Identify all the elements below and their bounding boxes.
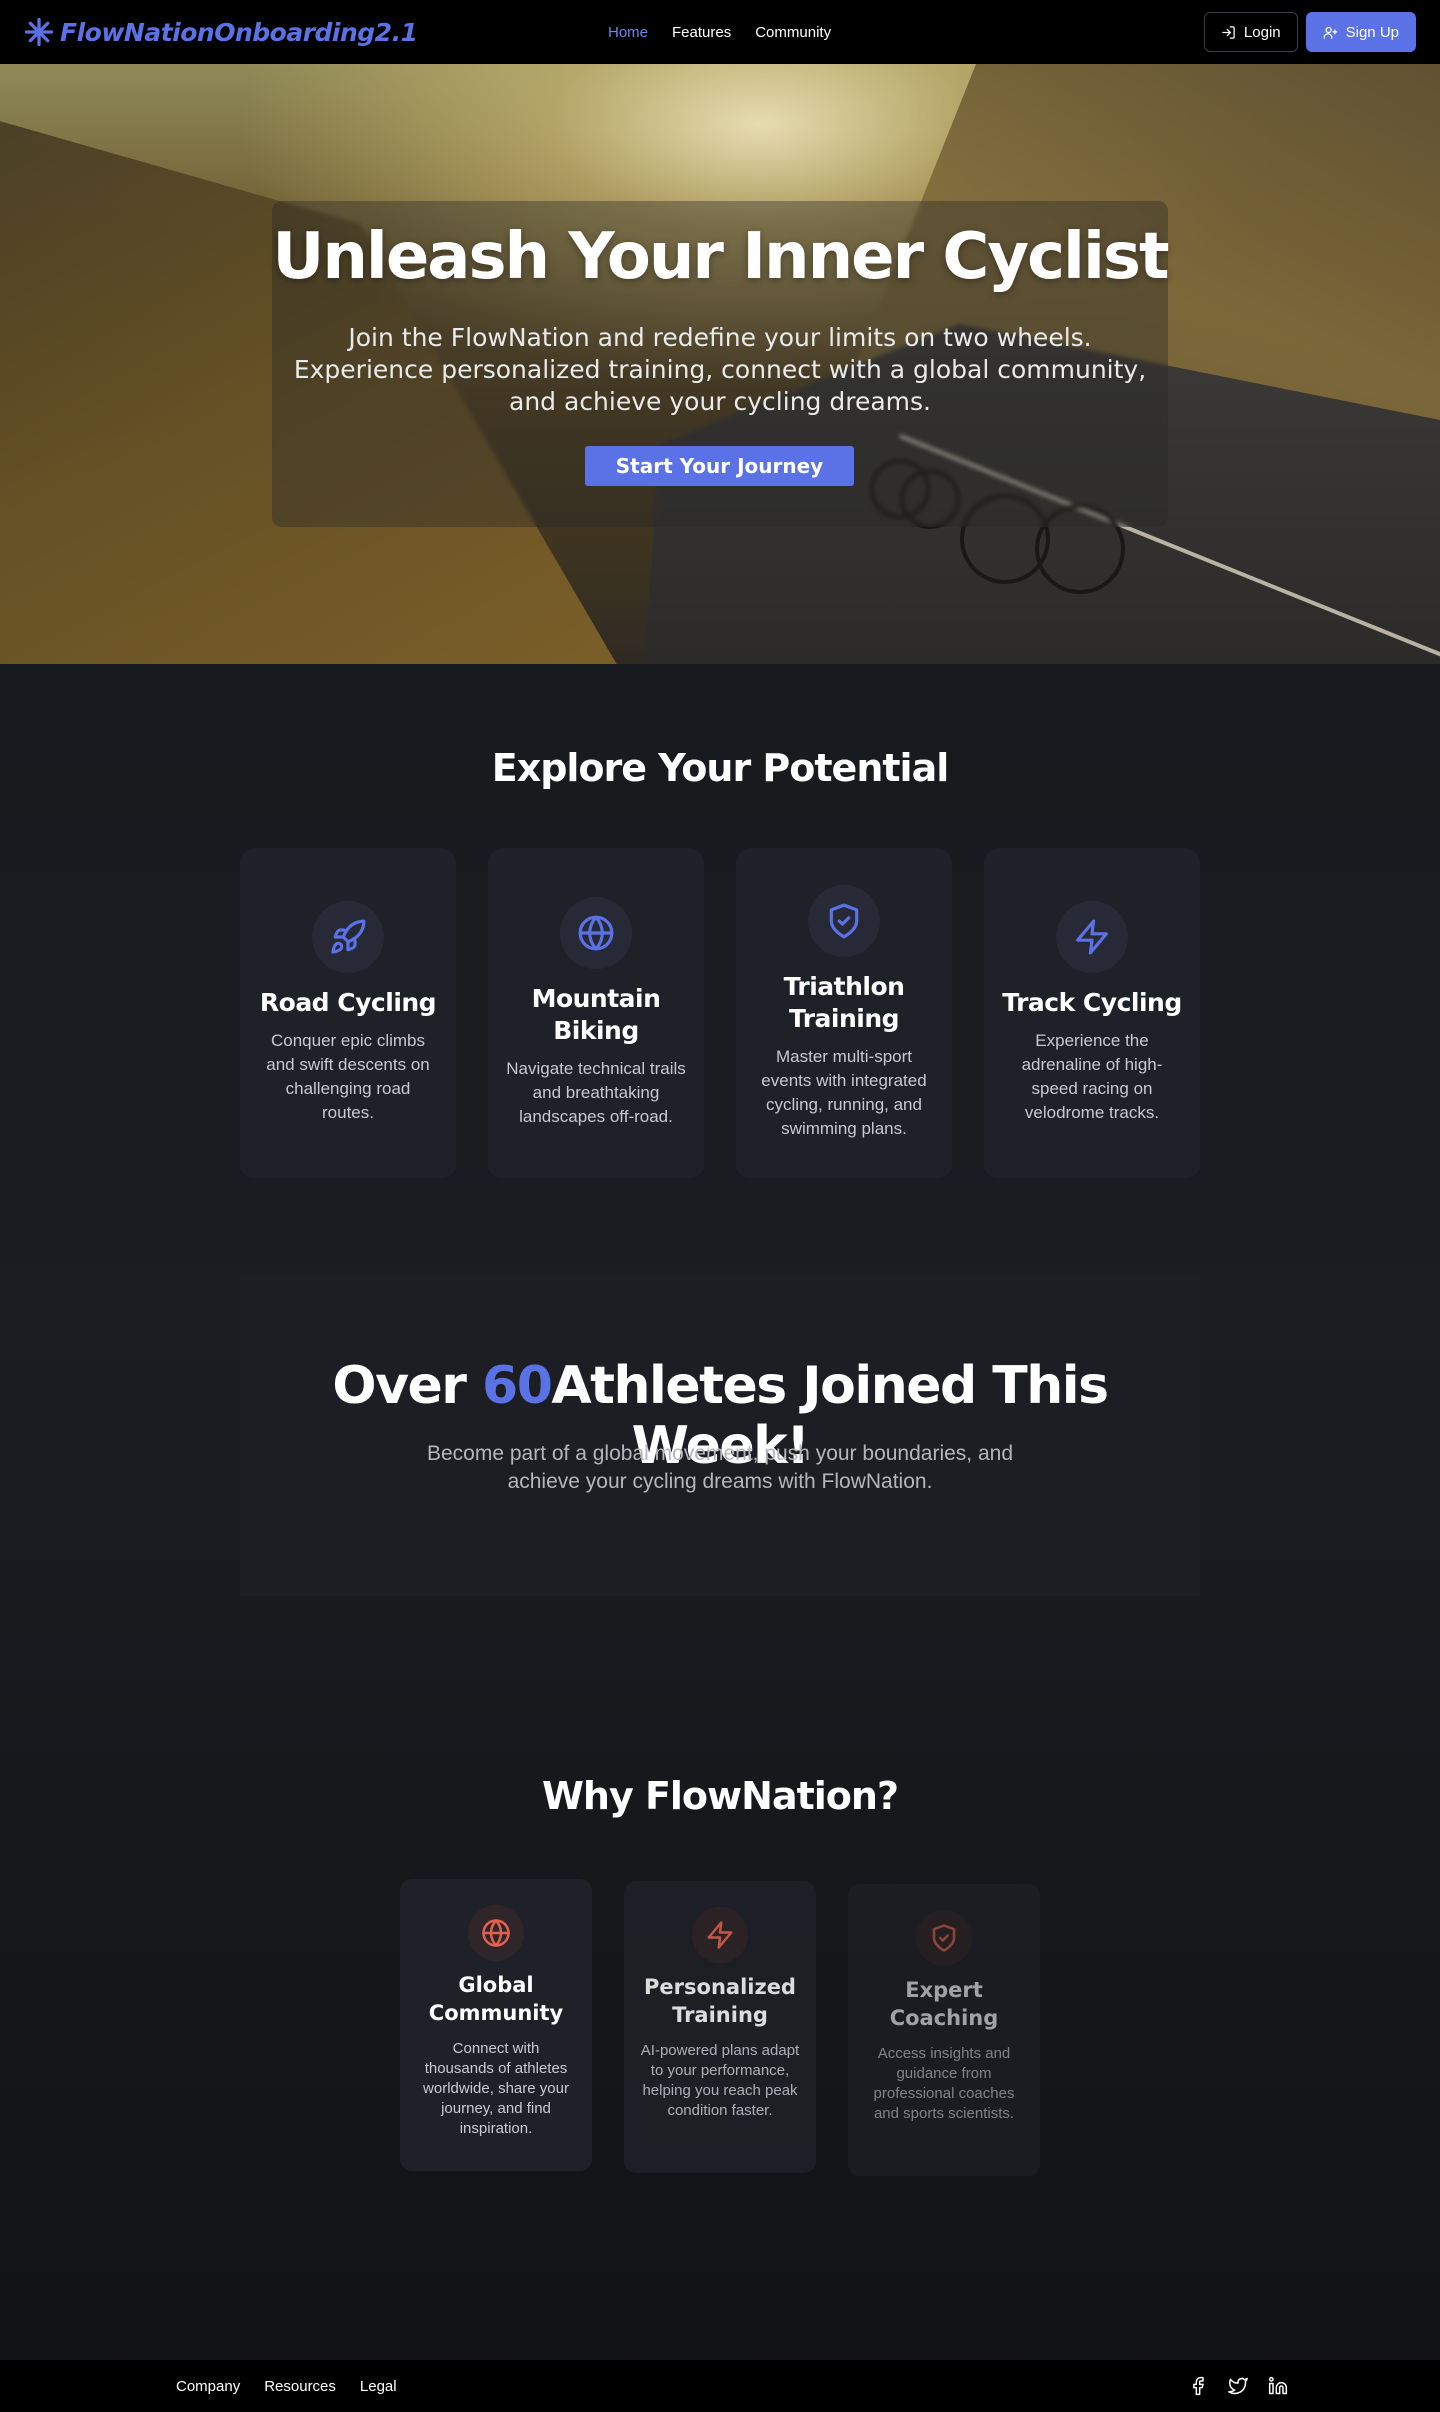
card-icon-wrap: [560, 897, 632, 969]
user-plus-icon: [1323, 26, 1337, 39]
why-card-global-community[interactable]: Global Community Connect with thousands …: [400, 1879, 592, 2171]
nav-actions: Login Sign Up: [1203, 12, 1416, 52]
footer-link-resources[interactable]: Resources: [264, 2378, 336, 2395]
card-description: Master multi-sport events with integrate…: [761, 1047, 927, 1138]
rocket-icon: [331, 919, 366, 954]
why-card-description: AI-powered plans adapt to your performan…: [640, 2042, 800, 2119]
stats-prefix: Over: [332, 1356, 483, 1416]
athlete-count: 60: [482, 1356, 553, 1416]
globe-icon: [482, 1919, 510, 1947]
brand-name: FlowNationOnboarding2.1: [60, 17, 418, 47]
lightning-icon: [1076, 919, 1108, 955]
why-card-title: Personalized Training: [644, 1975, 796, 2027]
start-journey-button[interactable]: Start Your Journey: [585, 446, 854, 486]
facebook-icon: [1193, 2376, 1204, 2396]
twitter-link[interactable]: [1228, 2376, 1248, 2396]
shield-check-icon: [829, 903, 859, 939]
nav-link-home[interactable]: Home: [608, 24, 648, 41]
card-icon-wrap: [808, 885, 880, 957]
hero-title: Unleash Your Inner Cyclist: [272, 220, 1169, 294]
why-card-description: Connect with thousands of athletes world…: [423, 2040, 569, 2137]
card-description: Navigate technical trails and breathtaki…: [506, 1059, 686, 1126]
globe-icon: [578, 915, 614, 951]
sparkle-icon: [24, 17, 54, 47]
why-icon-wrap: [916, 1910, 972, 1966]
top-nav: FlowNationOnboarding2.1 Home Features Co…: [0, 0, 1440, 64]
signup-label: Sign Up: [1345, 23, 1399, 41]
brand-logo[interactable]: FlowNationOnboarding2.1: [24, 17, 418, 47]
card-description: Experience the adrenaline of high-speed …: [1021, 1031, 1163, 1122]
hero-subtitle: Join the FlowNation and redefine your li…: [293, 323, 1147, 416]
login-icon: [1222, 25, 1235, 39]
why-card-title: Global Community: [428, 1973, 564, 2025]
facebook-link[interactable]: [1188, 2376, 1208, 2396]
nav-links: Home Features Community: [608, 0, 831, 64]
card-title: Mountain Biking: [531, 984, 661, 1045]
footer-link-company[interactable]: Company: [176, 2378, 240, 2395]
login-label: Login: [1243, 23, 1281, 41]
card-description: Conquer epic climbs and swift descents o…: [266, 1031, 430, 1122]
card-title: Track Cycling: [1002, 988, 1182, 1017]
login-button[interactable]: Login: [1203, 12, 1298, 52]
why-title: Why FlowNation?: [541, 1774, 899, 1818]
nav-link-community[interactable]: Community: [755, 24, 831, 41]
feature-card-road-cycling[interactable]: Road Cycling Conquer epic climbs and swi…: [240, 848, 456, 1178]
card-icon-wrap: [1056, 901, 1128, 973]
linkedin-icon: [1268, 2376, 1288, 2395]
why-card-description: Access insights and guidance from profes…: [873, 2045, 1015, 2122]
card-title: Triathlon Training: [783, 972, 905, 1033]
footer: Company Resources Legal: [0, 2360, 1440, 2412]
why-card-title: Expert Coaching: [889, 1978, 999, 2030]
lightning-icon: [707, 1921, 733, 1949]
shield-check-icon: [932, 1924, 956, 1952]
feature-card-mountain-biking[interactable]: Mountain Biking Navigate technical trail…: [488, 848, 704, 1178]
social-links: [1188, 2360, 1288, 2412]
why-icon-wrap: [692, 1907, 748, 1963]
footer-links: Company Resources Legal: [176, 2360, 397, 2412]
why-icon-wrap: [468, 1905, 524, 1961]
linkedin-link[interactable]: [1268, 2376, 1288, 2396]
signup-button[interactable]: Sign Up: [1305, 12, 1416, 52]
card-title: Road Cycling: [259, 988, 437, 1017]
card-icon-wrap: [312, 901, 384, 973]
athletes-joined-banner: Over 60Athletes Joined This Week! Become…: [240, 1274, 1200, 1596]
stats-subtitle: Become part of a global movement, push y…: [426, 1442, 1014, 1493]
hero-section: Unleash Your Inner Cyclist Join the Flow…: [0, 64, 1440, 664]
nav-link-features[interactable]: Features: [672, 24, 731, 41]
explore-title: Explore Your Potential: [491, 746, 950, 790]
feature-card-triathlon-training[interactable]: Triathlon Training Master multi-sport ev…: [736, 848, 952, 1178]
why-card-expert-coaching[interactable]: Expert Coaching Access insights and guid…: [848, 1884, 1040, 2176]
footer-link-legal[interactable]: Legal: [360, 2378, 397, 2395]
feature-card-track-cycling[interactable]: Track Cycling Experience the adrenaline …: [984, 848, 1200, 1178]
twitter-icon: [1228, 2377, 1248, 2395]
why-card-personalized-training[interactable]: Personalized Training AI-powered plans a…: [624, 1881, 816, 2173]
